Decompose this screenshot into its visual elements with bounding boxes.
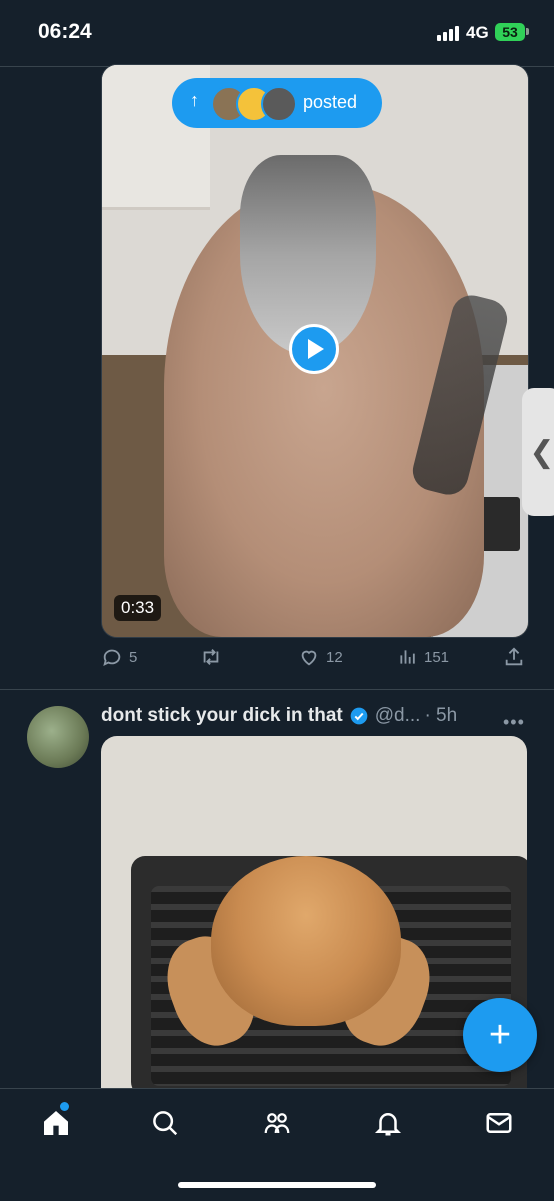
compose-button[interactable]: + — [463, 998, 537, 1072]
views-count: 151 — [424, 648, 450, 666]
tweet-divider — [0, 689, 554, 690]
retweet-icon — [203, 649, 219, 665]
play-button[interactable] — [289, 324, 339, 374]
tab-communities[interactable] — [259, 1105, 295, 1141]
network-label: 4G — [466, 23, 489, 42]
new-posts-pill[interactable]: ↑ posted — [172, 78, 382, 128]
heart-icon — [301, 650, 317, 666]
status-time: 06:24 — [38, 20, 92, 43]
tweet-timestamp[interactable]: · 5h — [424, 705, 457, 727]
like-button[interactable]: 12 — [298, 646, 343, 668]
tab-search[interactable] — [147, 1105, 183, 1141]
image-chicken — [211, 856, 401, 1026]
battery-tip — [526, 28, 529, 35]
share-button[interactable] — [503, 646, 525, 668]
tab-home[interactable] — [38, 1105, 74, 1141]
side-panel-handle[interactable]: ❮ — [522, 388, 554, 516]
user-handle[interactable]: @d... — [375, 705, 421, 727]
share-icon — [505, 647, 523, 666]
views-button[interactable]: 151 — [398, 646, 449, 668]
tab-notifications[interactable] — [370, 1105, 406, 1141]
play-icon — [308, 339, 324, 359]
display-name[interactable]: dont stick your dick in that — [101, 705, 343, 727]
views-icon — [400, 650, 415, 664]
like-count: 12 — [326, 648, 343, 666]
reply-count: 5 — [129, 648, 138, 666]
home-indicator[interactable] — [178, 1182, 376, 1188]
retweet-button[interactable] — [199, 646, 229, 668]
notification-dot — [60, 1102, 69, 1111]
avatar[interactable] — [27, 706, 89, 768]
tweet-header: dont stick your dick in that @d... · 5h — [101, 704, 527, 728]
bell-icon — [374, 1113, 402, 1136]
avatar — [261, 86, 297, 122]
verified-icon — [350, 707, 368, 725]
arrow-up-icon: ↑ — [190, 90, 199, 110]
home-icon — [44, 1111, 68, 1135]
reply-icon — [103, 649, 121, 667]
battery-icon: 53 — [495, 23, 525, 41]
video-duration: 0:33 — [114, 595, 162, 621]
status-bar: 06:24 4G 53 — [0, 0, 554, 67]
communities-icon — [264, 1113, 290, 1134]
mail-icon — [486, 1113, 512, 1133]
tweet-video[interactable]: ↑ posted 0:33 — [101, 64, 529, 638]
tweet-actions: 5 12 151 — [101, 646, 527, 674]
signal-icon — [437, 26, 459, 41]
search-icon — [153, 1111, 178, 1136]
more-options-icon[interactable]: ••• — [503, 712, 525, 733]
reply-button[interactable]: 5 — [101, 646, 137, 668]
posted-label: posted — [303, 92, 358, 112]
tab-messages[interactable] — [481, 1105, 517, 1141]
